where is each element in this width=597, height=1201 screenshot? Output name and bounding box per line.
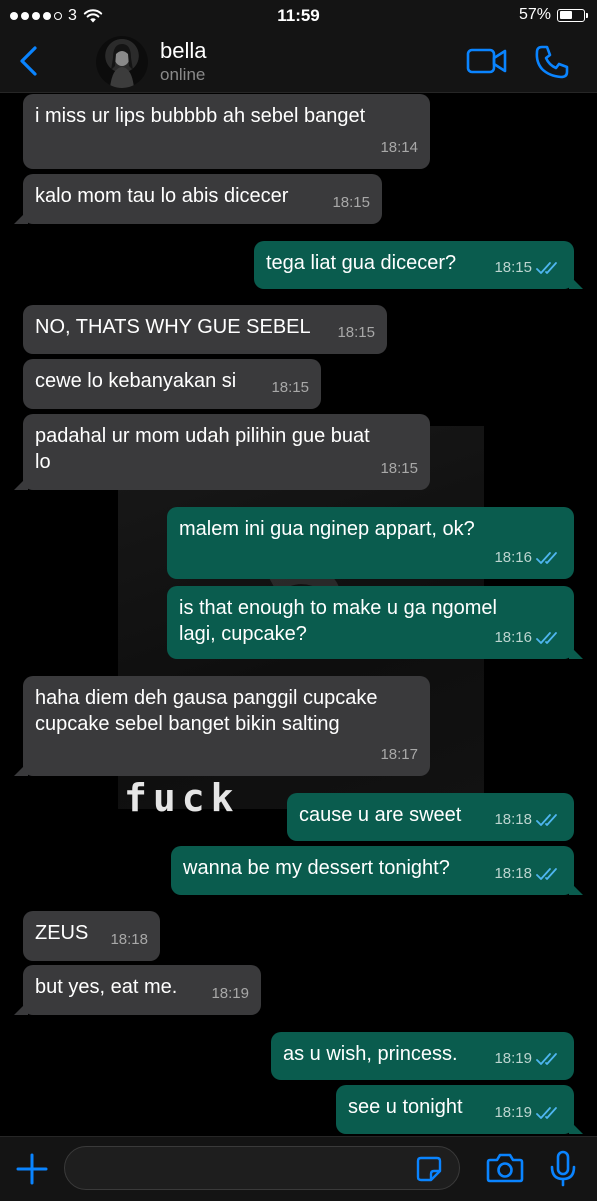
- message-time: 18:17: [380, 746, 418, 763]
- sticker-icon[interactable]: [416, 1156, 442, 1182]
- message-meta: 18:18: [494, 807, 562, 833]
- double-check-icon: [536, 868, 557, 880]
- background-image-text: fuck: [124, 776, 240, 820]
- message-text: is that enough to make u ga ngomel lagi,…: [179, 597, 497, 645]
- double-check-icon: [536, 552, 557, 564]
- outgoing-message[interactable]: cause u are sweet 18:18: [287, 793, 574, 841]
- message-text: cewe lo kebanyakan si: [35, 370, 237, 392]
- message-meta: 18:15: [332, 190, 370, 216]
- avatar-portrait-icon: [110, 44, 134, 88]
- outgoing-message[interactable]: see u tonight 18:19: [336, 1085, 583, 1134]
- contact-status: online: [160, 65, 206, 84]
- incoming-message[interactable]: i miss ur lips bubbbb ah sebel banget 18:…: [23, 94, 430, 169]
- message-text: kalo mom tau lo abis dicecer: [35, 185, 289, 207]
- message-text: haha diem deh gausa panggil cupcake cupc…: [35, 687, 378, 735]
- message-time: 18:15: [494, 259, 532, 276]
- message-text: malem ini gua nginep appart, ok?: [179, 518, 475, 540]
- incoming-message[interactable]: kalo mom tau lo abis dicecer 18:15: [14, 174, 382, 224]
- message-text: as u wish, princess.: [283, 1043, 458, 1065]
- plus-icon[interactable]: [14, 1151, 50, 1187]
- message-text: wanna be my dessert tonight?: [183, 857, 450, 879]
- avatar[interactable]: [96, 36, 148, 88]
- double-check-icon: [536, 262, 557, 274]
- message-time: 18:15: [271, 379, 309, 396]
- message-meta: 18:16: [494, 625, 562, 651]
- outgoing-message[interactable]: is that enough to make u ga ngomel lagi,…: [167, 586, 583, 659]
- message-meta: 18:15: [380, 456, 418, 482]
- outgoing-message[interactable]: tega liat gua dicecer? 18:15: [254, 241, 583, 289]
- chat-area[interactable]: fuck i miss ur lips bubbbb ah sebel bang…: [0, 93, 597, 1136]
- message-text: tega liat gua dicecer?: [266, 252, 457, 274]
- double-check-icon: [536, 1107, 557, 1119]
- incoming-message[interactable]: haha diem deh gausa panggil cupcake cupc…: [14, 676, 430, 776]
- incoming-message[interactable]: padahal ur mom udah pilihin gue buat lo 1…: [14, 414, 430, 490]
- message-time: 18:19: [494, 1104, 532, 1121]
- message-time: 18:15: [332, 194, 370, 211]
- message-meta: 18:19: [494, 1046, 562, 1072]
- back-chevron-icon[interactable]: [14, 44, 44, 78]
- battery-percent: 57%: [518, 6, 551, 23]
- message-time: 18:18: [494, 865, 532, 882]
- outgoing-message[interactable]: wanna be my dessert tonight? 18:18: [171, 846, 583, 895]
- message-time: 18:19: [211, 985, 249, 1002]
- message-time: 18:16: [494, 629, 532, 646]
- message-meta: 18:18: [494, 861, 562, 887]
- message-meta: 18:18: [110, 927, 148, 953]
- message-input[interactable]: [64, 1146, 460, 1190]
- outgoing-message[interactable]: malem ini gua nginep appart, ok? 18:16: [167, 507, 574, 579]
- message-time: 18:18: [494, 811, 532, 828]
- chat-header: bella online: [0, 32, 597, 93]
- message-meta: 18:17: [380, 742, 418, 768]
- message-time: 18:15: [380, 460, 418, 477]
- battery-icon: [557, 8, 588, 22]
- message-time: 18:18: [110, 931, 148, 948]
- message-time: 18:14: [380, 139, 418, 156]
- microphone-icon[interactable]: [548, 1150, 578, 1188]
- message-meta: 18:19: [211, 981, 249, 1007]
- double-check-icon: [536, 632, 557, 644]
- incoming-message[interactable]: cewe lo kebanyakan si 18:15: [23, 359, 321, 409]
- message-meta: 18:15: [271, 375, 309, 401]
- message-time: 18:16: [494, 549, 532, 566]
- incoming-message[interactable]: NO, THATS WHY GUE SEBEL 18:15: [23, 305, 387, 354]
- double-check-icon: [536, 1053, 557, 1065]
- message-meta: 18:19: [494, 1100, 562, 1126]
- outgoing-message[interactable]: as u wish, princess. 18:19: [271, 1032, 574, 1080]
- camera-icon[interactable]: [486, 1152, 524, 1184]
- status-bar: 3 11:59 57%: [0, 0, 597, 32]
- phone-call-icon[interactable]: [534, 44, 570, 80]
- message-time: 18:19: [494, 1050, 532, 1067]
- contact-name[interactable]: bella: [160, 38, 206, 64]
- message-meta: 18:16: [494, 545, 562, 571]
- incoming-message[interactable]: ZEUS 18:18: [23, 911, 160, 961]
- message-text: i miss ur lips bubbbb ah sebel banget: [35, 105, 366, 127]
- message-text: see u tonight: [348, 1096, 463, 1118]
- video-call-icon[interactable]: [466, 46, 508, 76]
- message-meta: 18:15: [337, 320, 375, 346]
- message-text: ZEUS: [35, 922, 89, 944]
- message-text: padahal ur mom udah pilihin gue buat lo: [35, 425, 370, 473]
- incoming-message[interactable]: but yes, eat me. 18:19: [14, 965, 261, 1015]
- message-time: 18:15: [337, 324, 375, 341]
- message-text: NO, THATS WHY GUE SEBEL: [35, 316, 311, 338]
- message-text: cause u are sweet: [299, 804, 462, 826]
- input-bar: [0, 1136, 597, 1201]
- clock: 11:59: [277, 6, 320, 25]
- message-meta: 18:14: [380, 135, 418, 161]
- double-check-icon: [536, 814, 557, 826]
- message-text: but yes, eat me.: [35, 976, 178, 998]
- battery-info: 57%: [518, 6, 588, 24]
- message-meta: 18:15: [494, 255, 562, 281]
